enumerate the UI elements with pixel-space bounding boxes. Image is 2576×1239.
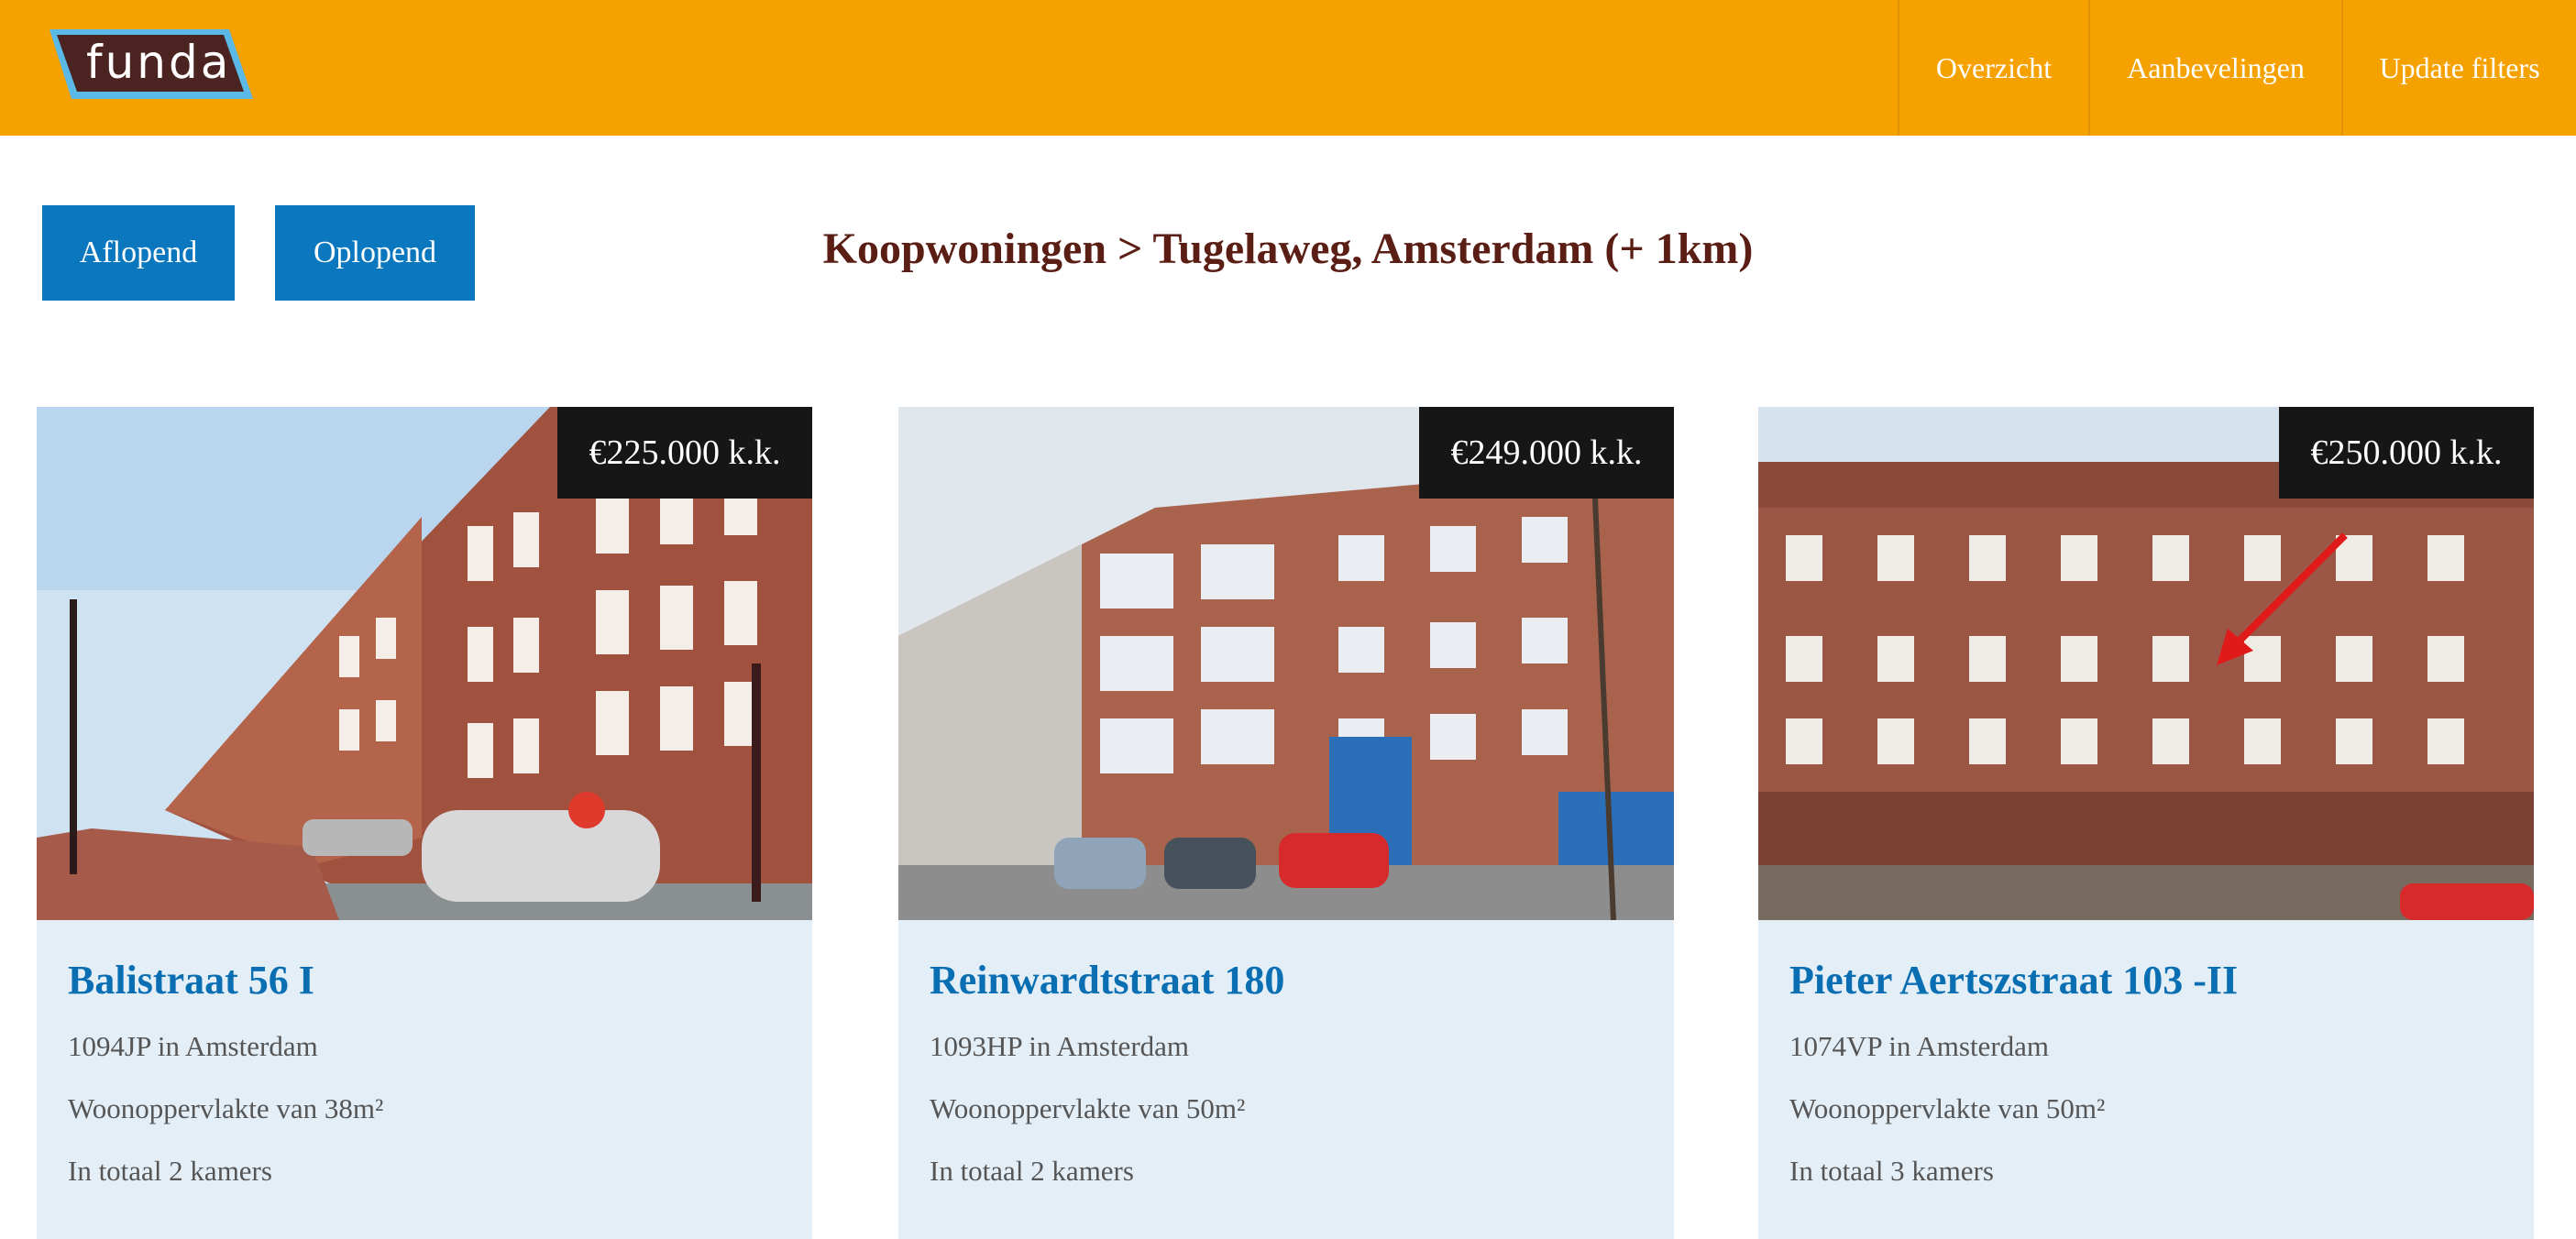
sort-descending-button[interactable]: Aflopend	[42, 205, 235, 301]
top-nav: Overzicht Aanbevelingen Update filters	[1898, 0, 2576, 136]
listing-rooms: In totaal 2 kamers	[930, 1155, 1134, 1187]
listing-info: Balistraat 56 I 1094JP in Amsterdam Woon…	[37, 920, 812, 1239]
listing-card[interactable]: €249.000 k.k. Reinwardtstraat 180 1093HP…	[898, 407, 1674, 1239]
listing-info: Pieter Aertszstraat 103 -II 1074VP in Am…	[1758, 920, 2534, 1239]
listing-postcode-city: 1074VP in Amsterdam	[1789, 1030, 2050, 1062]
listing-postcode-city: 1094JP in Amsterdam	[68, 1030, 318, 1062]
page-title: Koopwoningen > Tugelaweg, Amsterdam (+ 1…	[822, 225, 1754, 273]
sort-ascending-button[interactable]: Oplopend	[275, 205, 475, 301]
listing-price: €249.000 k.k.	[1419, 407, 1674, 499]
listing-title[interactable]: Pieter Aertszstraat 103 -II	[1789, 953, 2238, 1008]
nav-update-filters[interactable]: Update filters	[2341, 0, 2576, 136]
listing-info: Reinwardtstraat 180 1093HP in Amsterdam …	[898, 920, 1674, 1239]
listing-rooms: In totaal 2 kamers	[68, 1155, 272, 1187]
nav-overzicht[interactable]: Overzicht	[1898, 0, 2088, 136]
listing-photo[interactable]: €250.000 k.k.	[1758, 407, 2534, 920]
listing-living-area: Woonoppervlakte van 38m²	[68, 1092, 384, 1124]
listing-rooms: In totaal 3 kamers	[1789, 1155, 1994, 1187]
top-header: funda Overzicht Aanbevelingen Update fil…	[0, 0, 2576, 136]
logo-text: funda	[86, 36, 232, 89]
listing-photo[interactable]: €225.000 k.k.	[37, 407, 812, 920]
listing-living-area: Woonoppervlakte van 50m²	[930, 1092, 1246, 1124]
listing-title[interactable]: Reinwardtstraat 180	[930, 953, 1284, 1008]
listing-price: €250.000 k.k.	[2279, 407, 2534, 499]
nav-aanbevelingen[interactable]: Aanbevelingen	[2088, 0, 2341, 136]
listing-postcode-city: 1093HP in Amsterdam	[930, 1030, 1190, 1062]
funda-logo[interactable]: funda	[46, 26, 257, 103]
listing-price: €225.000 k.k.	[557, 407, 812, 499]
listing-living-area: Woonoppervlakte van 50m²	[1789, 1092, 2106, 1124]
listing-photo[interactable]: €249.000 k.k.	[898, 407, 1674, 920]
listing-card[interactable]: €250.000 k.k. Pieter Aertszstraat 103 -I…	[1758, 407, 2534, 1239]
listing-title[interactable]: Balistraat 56 I	[68, 953, 314, 1008]
listing-card[interactable]: €225.000 k.k. Balistraat 56 I 1094JP in …	[37, 407, 812, 1239]
